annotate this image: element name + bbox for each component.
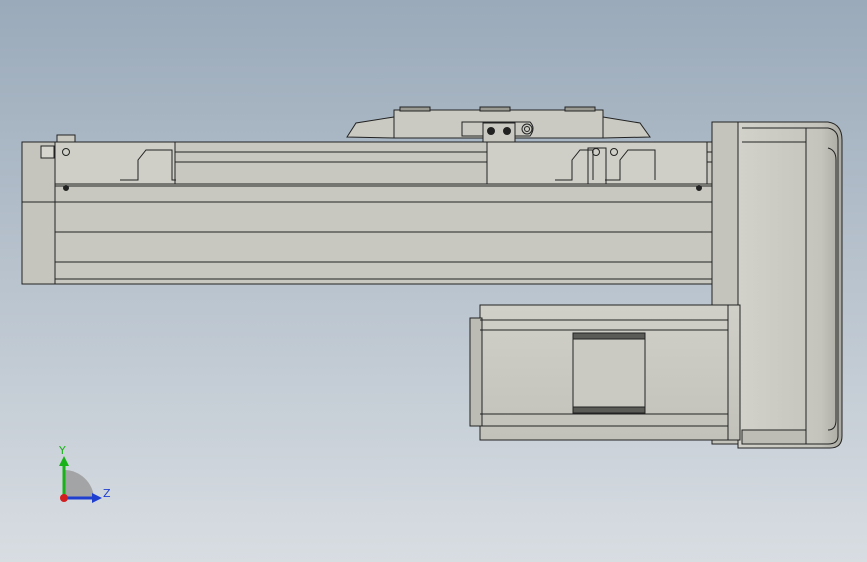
cover-strip-left [54,141,176,185]
z-axis-arrowhead [92,493,102,503]
screw-hole [487,127,495,135]
motor-rear-flange [469,317,483,427]
z-axis-label: Z [103,487,111,500]
end-cap [737,121,843,449]
x-axis-origin [60,494,68,502]
actuator-body[interactable] [21,134,725,285]
motor-label-area [572,332,646,414]
orientation-triad[interactable]: Y Z [58,444,111,503]
motor[interactable] [469,304,741,441]
triad-quadrant [64,469,94,498]
cad-viewport[interactable]: Y Z [0,0,867,562]
carriage-nub [399,106,431,112]
y-axis-label: Y [58,444,66,457]
carriage-nub [564,106,596,112]
carriage-left-wing [346,116,395,139]
carriage-right-wing [602,116,651,139]
linear-actuator-model[interactable]: Y Z [0,0,867,562]
screw-hole [503,127,511,135]
end-cap-left [21,141,56,285]
y-axis-arrowhead [59,456,69,466]
carriage-nub [479,106,511,112]
